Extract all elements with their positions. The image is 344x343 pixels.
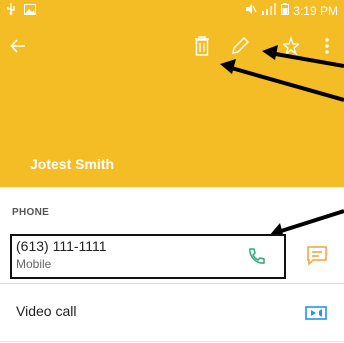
call-icon[interactable] [247,247,267,270]
message-icon[interactable] [307,246,327,271]
phone-type: Mobile [16,257,52,271]
phone-section-label: PHONE [12,207,50,218]
back-arrow-icon[interactable] [10,38,26,59]
phone-number[interactable]: (613) 111-1111 [16,238,107,254]
contact-name: Jotest Smith [30,156,115,172]
more-icon[interactable] [325,38,329,59]
status-bar: 3:19 PM [0,0,344,20]
signal-icon [261,3,277,18]
usb-icon [6,3,16,18]
status-time: 3:19 PM [293,3,338,18]
battery-icon [281,3,290,18]
contact-header: 3:19 PM Jotest Smith [0,0,344,187]
image-icon [23,3,36,18]
mute-icon [245,3,257,18]
delete-icon[interactable] [194,36,210,61]
video-call-icon[interactable] [305,305,327,326]
divider [0,341,344,342]
edit-icon[interactable] [230,36,250,61]
divider [0,283,344,284]
star-icon[interactable] [281,35,301,61]
video-call-label[interactable]: Video call [16,303,76,319]
